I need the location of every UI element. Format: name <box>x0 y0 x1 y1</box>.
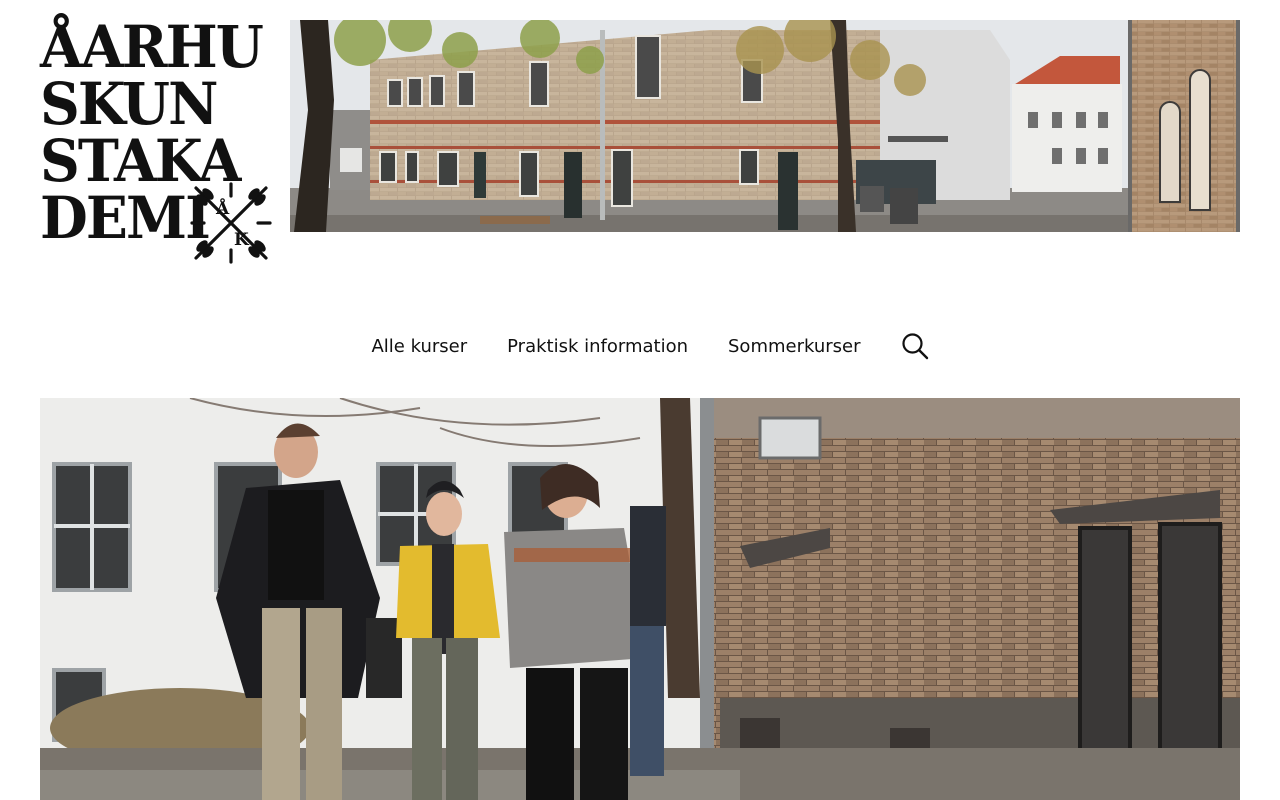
search-button[interactable] <box>901 332 929 360</box>
nav-link-praktisk-information[interactable]: Praktisk information <box>507 336 688 357</box>
header-banner-photo <box>290 20 1240 232</box>
logo-text-line-1: ÅARHU <box>40 13 264 81</box>
hero-photo <box>40 398 1240 800</box>
nav-link-sommerkurser[interactable]: Sommerkurser <box>728 336 861 357</box>
main-navigation: Alle kurser Praktisk information Sommerk… <box>0 326 1280 366</box>
site-logo[interactable]: ÅARHU SKUN STAKA DEMI Å K <box>40 13 275 264</box>
logo-text-line-2: SKUN <box>40 70 218 138</box>
logo-mark-letter-k: K <box>234 230 250 250</box>
logo-mark-letter-a: Å <box>215 197 230 219</box>
logo-cross-emblem-icon: Å K <box>190 182 272 264</box>
search-icon <box>901 333 928 360</box>
logo-text-line-4: DEMI <box>40 184 211 252</box>
courtyard-photo-illustration <box>290 20 1240 232</box>
nav-link-alle-kurser[interactable]: Alle kurser <box>371 336 467 357</box>
students-walking-photo-illustration <box>40 398 1240 800</box>
